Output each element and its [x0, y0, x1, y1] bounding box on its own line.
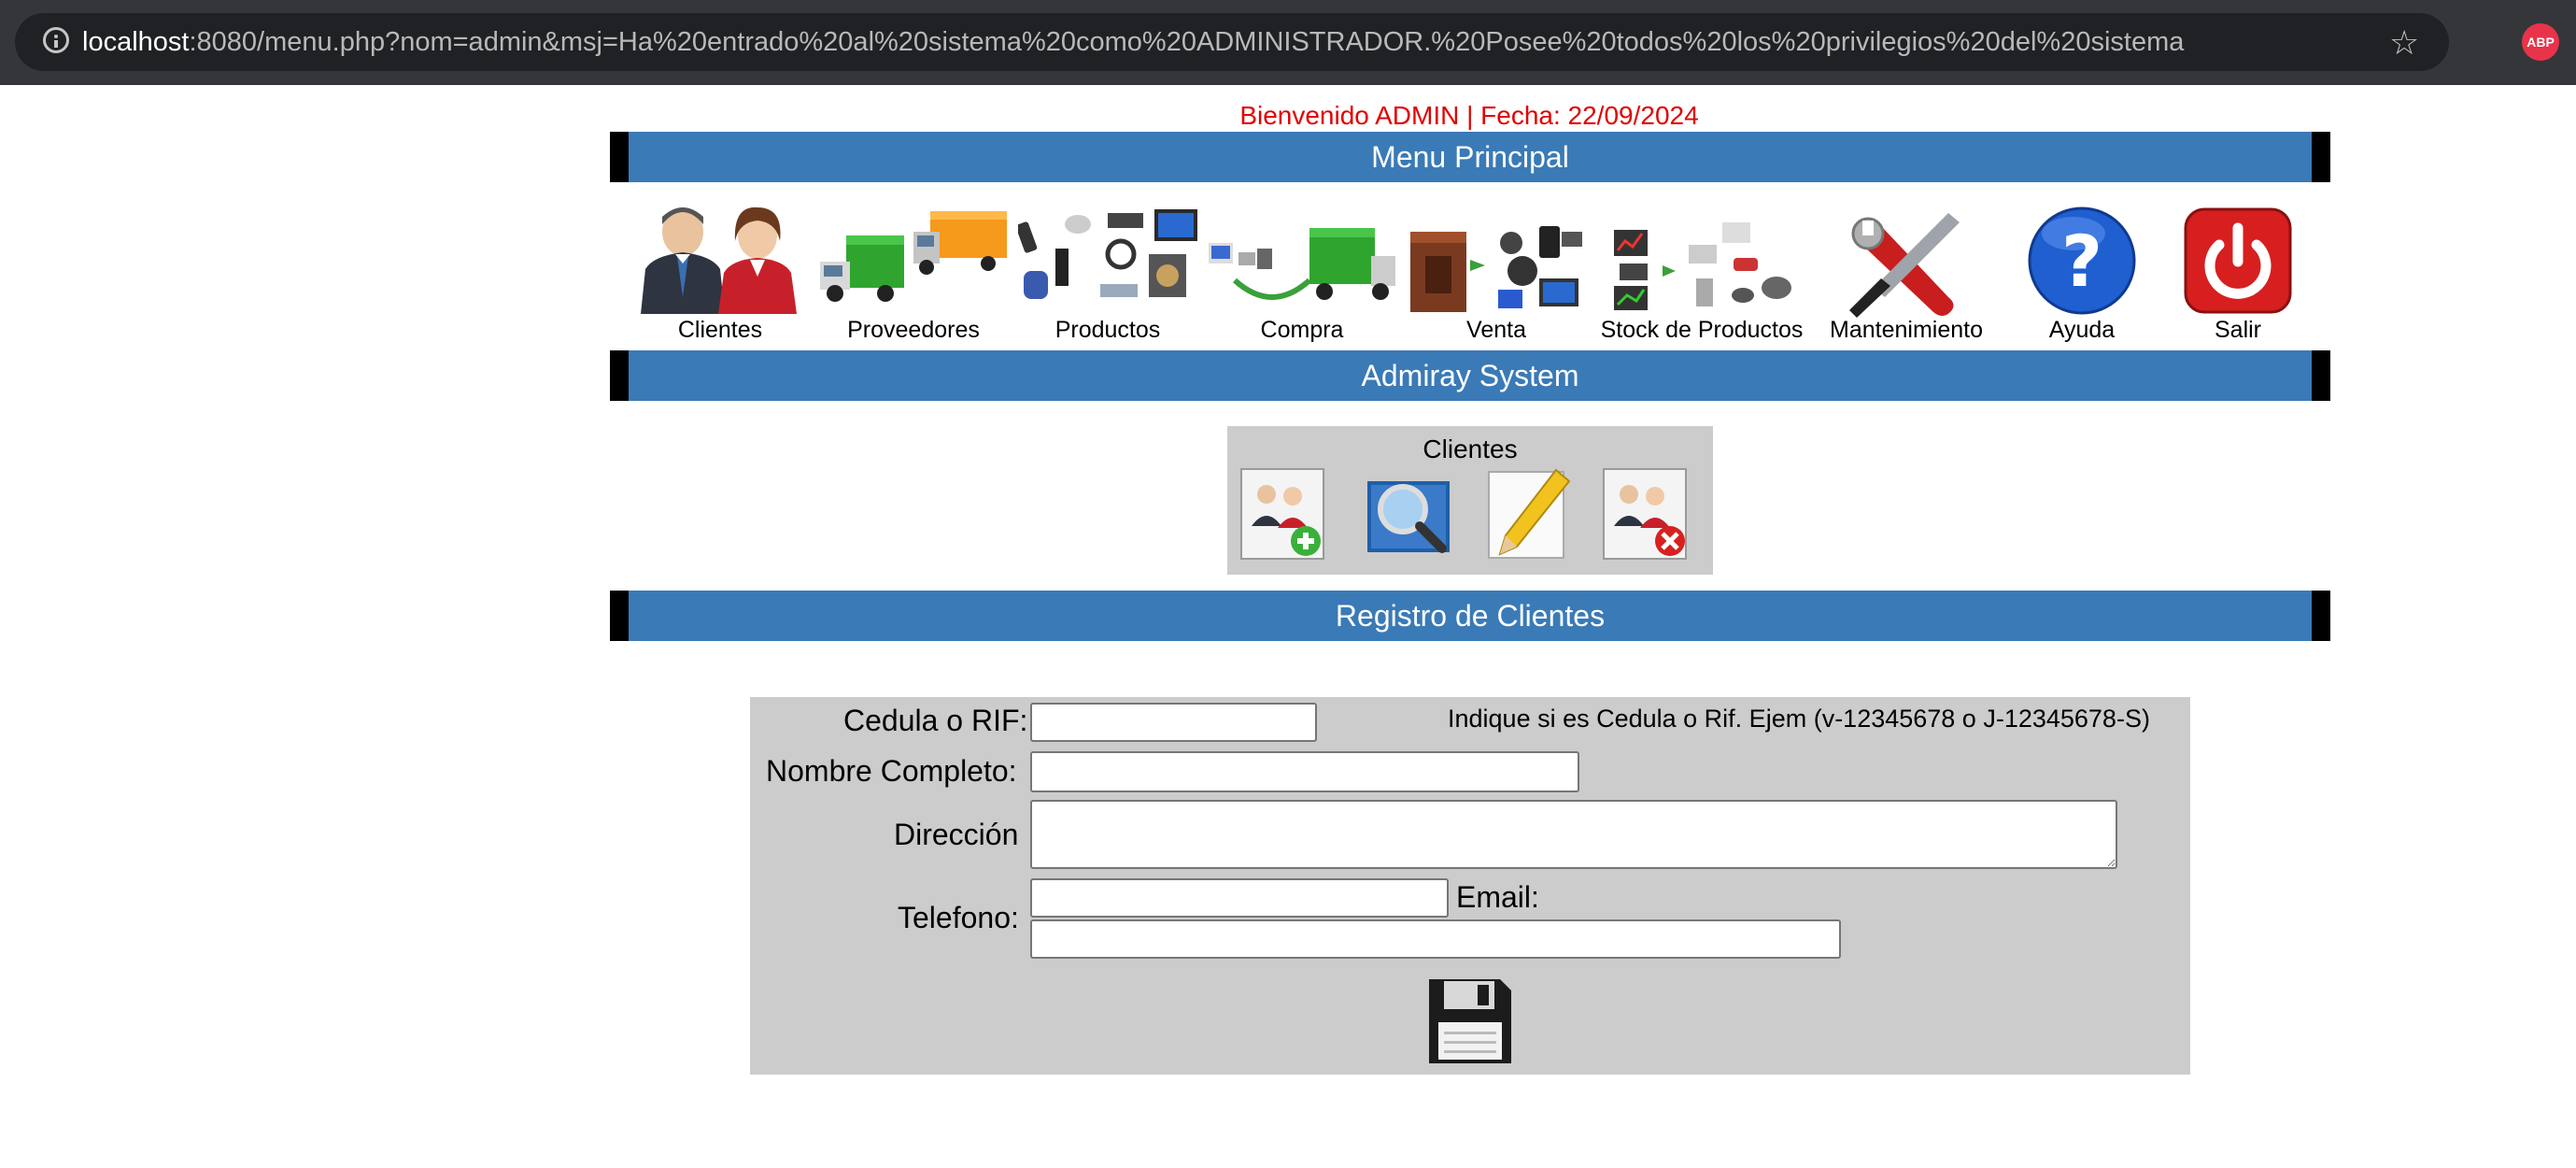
add-client-icon[interactable]	[1240, 468, 1324, 560]
email-label: Email:	[1456, 880, 1539, 914]
menu-label-clientes: Clientes	[677, 317, 763, 343]
sales-icon	[1410, 226, 1582, 312]
welcome-message: Bienvenido ADMIN | Fecha: 22/09/2024	[1239, 101, 1699, 130]
edit-icon[interactable]	[1487, 466, 1571, 560]
menu-label-salir: Salir	[2214, 317, 2262, 343]
client-registration-form: Cedula o RIF: Indique si es Cedula o Rif…	[750, 697, 2190, 1075]
search-icon[interactable]	[1362, 468, 1455, 560]
menu-label-mantenimiento: Mantenimiento	[1830, 317, 1983, 343]
menu-label-productos: Productos	[1054, 317, 1161, 343]
menu-label-compra: Compra	[1260, 317, 1344, 343]
menu-label-proveedores: Proveedores	[847, 317, 980, 343]
cedula-label-text: Cedula o RIF:	[843, 704, 1028, 737]
power-icon	[2184, 207, 2292, 314]
purchase-icon	[1209, 228, 1395, 300]
products-icon	[1018, 209, 1197, 299]
site-info-icon[interactable]	[43, 27, 69, 53]
adblock-extension-icon[interactable]: ABP	[2522, 23, 2559, 61]
delete-client-icon[interactable]	[1603, 468, 1689, 560]
cedula-hint: Indique si es Cedula o Rif. Ejem (v-1234…	[1448, 705, 2150, 733]
stock-icon	[1614, 222, 1791, 310]
menu-label-venta: Venta	[1466, 317, 1526, 343]
url-host: localhost	[82, 27, 190, 57]
clients-submenu-panel: Clientes	[1227, 426, 1713, 575]
nombre-input[interactable]	[1030, 751, 1579, 792]
supplier-trucks-icon	[820, 211, 1007, 302]
submenu-title: Clientes	[1422, 434, 1518, 463]
address-bar[interactable]: localhost:8080/menu.php?nom=admin&msj=Ha…	[15, 13, 2449, 71]
email-input[interactable]	[1030, 919, 1841, 959]
cedula-input[interactable]	[1030, 703, 1317, 742]
url-path: :8080/menu.php?nom=admin&msj=Ha%20entrad…	[189, 27, 2185, 57]
help-icon: ?	[2028, 207, 2136, 315]
clients-icon	[641, 207, 797, 314]
url-text[interactable]: localhost:8080/menu.php?nom=admin&msj=Ha…	[82, 25, 2184, 59]
browser-toolbar: localhost:8080/menu.php?nom=admin&msj=Ha…	[0, 0, 2576, 85]
direccion-textarea[interactable]	[1030, 800, 2117, 869]
wrench-screwdriver-icon	[1849, 213, 1960, 318]
floppy-disk-icon[interactable]	[1427, 977, 1513, 1065]
menu-label-stock-de-productos: Stock de Productos	[1600, 317, 1804, 343]
bookmark-star-icon[interactable]: ☆	[2389, 26, 2419, 60]
nombre-label: Nombre Completo:	[766, 754, 1017, 788]
svg-text:?: ?	[2061, 220, 2102, 303]
system-band: Admiray System	[610, 350, 2330, 401]
menu-principal-band: Menu Principal	[610, 132, 2330, 182]
direccion-label: Dirección	[894, 818, 1019, 851]
menu-label-ayuda: Ayuda	[2048, 317, 2116, 343]
form-title-band: Registro de Clientes	[610, 591, 2330, 641]
telefono-input[interactable]	[1030, 878, 1449, 918]
telefono-label: Telefono:	[898, 901, 1019, 934]
